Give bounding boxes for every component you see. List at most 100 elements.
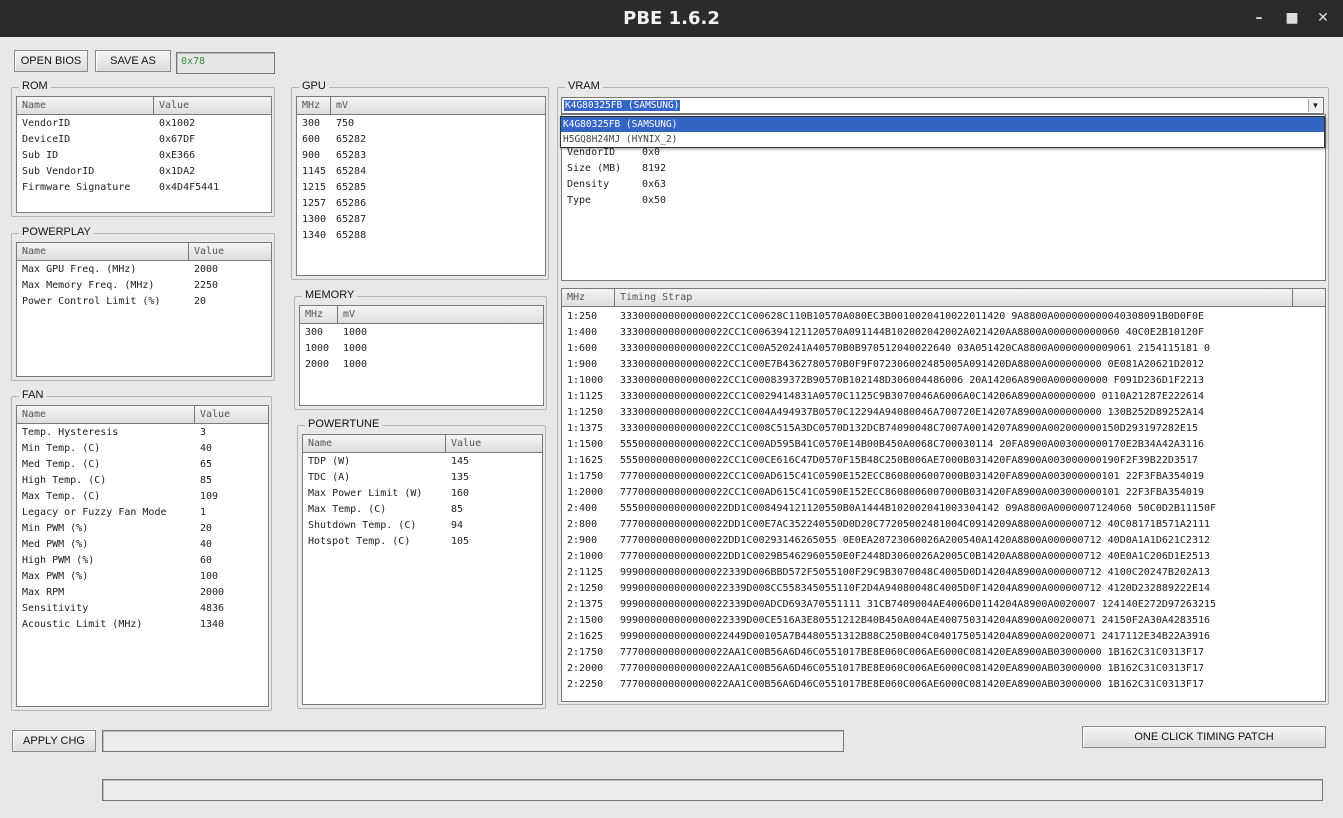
vram-info-cell: Density [567,179,610,190]
powertune-row-cell: 105 [451,536,470,547]
timing-row[interactable]: 2:1125 999000000000000022339D006BBD572F50… [562,565,1325,581]
gpu-row[interactable]: 900 65283 [297,148,545,164]
rom-row[interactable]: DeviceID 0x67DF [17,132,271,148]
timing-row[interactable]: 2:800 777000000000000022DD1C00E7AC3522405… [562,517,1325,533]
save-as-button[interactable]: SAVE AS [95,50,171,72]
fan-row[interactable]: Sensitivity 4836 [17,601,268,617]
timing-row[interactable]: 1:1250 333000000000000022CC1C004A494937B0… [562,405,1325,421]
fan-row[interactable]: Acoustic Limit (MHz) 1340 [17,617,268,633]
timing-row[interactable]: 2:900 777000000000000022DD1C0029314626505… [562,533,1325,549]
timing-row[interactable]: 2:1250 999000000000000022339D008CC5583450… [562,581,1325,597]
powerplay-row[interactable]: Power Control Limit (%) 20 [17,294,271,310]
fan-table[interactable]: Name Value Temp. Hysteresis 3 Min Temp. (C… [16,405,269,707]
memory-table[interactable]: MHz mV 300 1000 1000 1000 2000 1000 [299,305,544,406]
gpu-table[interactable]: MHz mV 300 750 600 65282 900 65283 1145 65284 12… [296,96,546,276]
timing-row[interactable]: 2:1375 999000000000000022339D00ADCD693A70… [562,597,1325,613]
vram-option[interactable]: H5GQ8H24MJ (HYNIX_2) [561,132,1324,147]
timing-table[interactable]: MHz Timing Strap 1:250 333000000000000022… [561,288,1326,702]
timing-row[interactable]: 1:2000 777000000000000022CC1C00AD615C41C0… [562,485,1325,501]
gpu-row[interactable]: 300 750 [297,116,545,132]
timing-row[interactable]: 2:400 555000000000000022DD1C0084941211205… [562,501,1325,517]
fan-row[interactable]: Temp. Hysteresis 3 [17,425,268,441]
timing-row[interactable]: 1:600 333000000000000022CC1C00A520241A405… [562,341,1325,357]
rom-row[interactable]: Firmware Signature 0x4D4F5441 [17,180,271,196]
powerplay-row[interactable]: Max Memory Freq. (MHz) 2250 [17,278,271,294]
fan-row[interactable]: High PWM (%) 60 [17,553,268,569]
fan-row[interactable]: Max Temp. (C) 109 [17,489,268,505]
rom-row[interactable]: Sub VendorID 0x1DA2 [17,164,271,180]
apply-changes-button[interactable]: APPLY CHG [12,730,96,752]
powerplay-col-name[interactable]: Name [17,243,189,260]
fan-col-name[interactable]: Name [17,406,195,423]
rom-col-value[interactable]: Value [154,97,271,114]
vram-dropdown[interactable]: K4G80325FB (SAMSUNG) H5GQ8H24MJ (HYNIX_2… [560,116,1325,148]
memory-col-mv[interactable]: mV [338,306,543,323]
timing-row[interactable]: 1:1375 333000000000000022CC1C008C515A3DC0… [562,421,1325,437]
fan-row[interactable]: Max PWM (%) 100 [17,569,268,585]
fan-row[interactable]: Med Temp. (C) 65 [17,457,268,473]
timing-row[interactable]: 2:1625 999000000000000022449D00105A7B4480… [562,629,1325,645]
powertune-col-value[interactable]: Value [446,435,542,452]
memory-row[interactable]: 2000 1000 [300,357,543,373]
fan-row[interactable]: High Temp. (C) 85 [17,473,268,489]
rom-table[interactable]: Name Value VendorID 0x1002 DeviceID 0x67DF S… [16,96,272,213]
powertune-table[interactable]: Name Value TDP (W) 145 TDC (A) 135 Max Power… [302,434,543,705]
fan-row[interactable]: Max RPM 2000 [17,585,268,601]
gpu-row[interactable]: 1257 65286 [297,196,545,212]
powertune-col-name[interactable]: Name [303,435,446,452]
timing-row[interactable]: 1:1625 555000000000000022CC1C00CE616C47D0… [562,453,1325,469]
powertune-row[interactable]: Max Temp. (C) 85 [303,502,542,518]
timing-row[interactable]: 1:400 333000000000000022CC1C0063941211205… [562,325,1325,341]
vram-option[interactable]: K4G80325FB (SAMSUNG) [561,117,1324,132]
minimize-button[interactable]: – [1249,8,1269,28]
timing-row[interactable]: 1:900 333000000000000022CC1C00E7B43627805… [562,357,1325,373]
memory-col-mhz[interactable]: MHz [300,306,338,323]
maximize-button[interactable]: ■ [1282,8,1302,28]
fan-row[interactable]: Med PWM (%) 40 [17,537,268,553]
timing-row[interactable]: 1:1000 333000000000000022CC1C000839372B90… [562,373,1325,389]
gpu-row[interactable]: 1340 65288 [297,228,545,244]
fan-col-value[interactable]: Value [195,406,268,423]
gpu-col-mhz[interactable]: MHz [297,97,331,114]
rom-col-name[interactable]: Name [17,97,154,114]
timing-row[interactable]: 1:1500 555000000000000022CC1C00AD595B41C0… [562,437,1325,453]
chevron-down-icon[interactable]: ▼ [1308,99,1322,112]
powerplay-col-value[interactable]: Value [189,243,271,260]
open-bios-button[interactable]: OPEN BIOS [14,50,88,72]
timing-row[interactable]: 2:2000 777000000000000022AA1C00B56A6D46C0… [562,661,1325,677]
one-click-timing-patch-button[interactable]: ONE CLICK TIMING PATCH [1082,726,1326,748]
fan-row-cell: Min Temp. (C) [22,443,101,454]
rom-row[interactable]: VendorID 0x1002 [17,116,271,132]
gpu-col-mv[interactable]: mV [331,97,545,114]
timing-row[interactable]: 2:1000 777000000000000022DD1C0029B5462960… [562,549,1325,565]
timing-row[interactable]: 1:1750 777000000000000022CC1C00AD615C41C0… [562,469,1325,485]
timing-row[interactable]: 1:1125 333000000000000022CC1C0029414831A0… [562,389,1325,405]
fan-row[interactable]: Min Temp. (C) 40 [17,441,268,457]
powertune-row[interactable]: TDP (W) 145 [303,454,542,470]
timing-row[interactable]: 2:1750 777000000000000022AA1C00B56A6D46C0… [562,645,1325,661]
close-button[interactable]: ✕ [1313,8,1333,28]
powertune-row[interactable]: Shutdown Temp. (C) 94 [303,518,542,534]
rom-row[interactable]: Sub ID 0xE366 [17,148,271,164]
powertune-row[interactable]: Hotspot Temp. (C) 105 [303,534,542,550]
powerplay-table[interactable]: Name Value Max GPU Freq. (MHz) 2000 Max Me… [16,242,272,377]
powerplay-row[interactable]: Max GPU Freq. (MHz) 2000 [17,262,271,278]
timing-row[interactable]: 2:1500 999000000000000022339D00CE516A3E80… [562,613,1325,629]
memory-row[interactable]: 1000 1000 [300,341,543,357]
memory-row[interactable]: 300 1000 [300,325,543,341]
fan-row-cell: 65 [200,459,213,470]
gpu-row[interactable]: 1300 65287 [297,212,545,228]
gpu-row[interactable]: 1145 65284 [297,164,545,180]
powertune-row[interactable]: TDC (A) 135 [303,470,542,486]
timing-col-mhz[interactable]: MHz [562,289,615,306]
gpu-row[interactable]: 600 65282 [297,132,545,148]
fan-row[interactable]: Legacy or Fuzzy Fan Mode 1 [17,505,268,521]
vram-select[interactable]: K4G80325FB (SAMSUNG) ▼ [561,97,1324,114]
timing-col-strap[interactable]: Timing Strap [615,289,1293,306]
timing-row[interactable]: 1:250 333000000000000022CC1C00628C110B105… [562,309,1325,325]
fan-row[interactable]: Min PWM (%) 20 [17,521,268,537]
gpu-row[interactable]: 1215 65285 [297,180,545,196]
timing-row[interactable]: 2:2250 777000000000000022AA1C00B56A6D46C0… [562,677,1325,693]
hex-value-field[interactable]: 0x78 [176,52,275,74]
powertune-row[interactable]: Max Power Limit (W) 160 [303,486,542,502]
